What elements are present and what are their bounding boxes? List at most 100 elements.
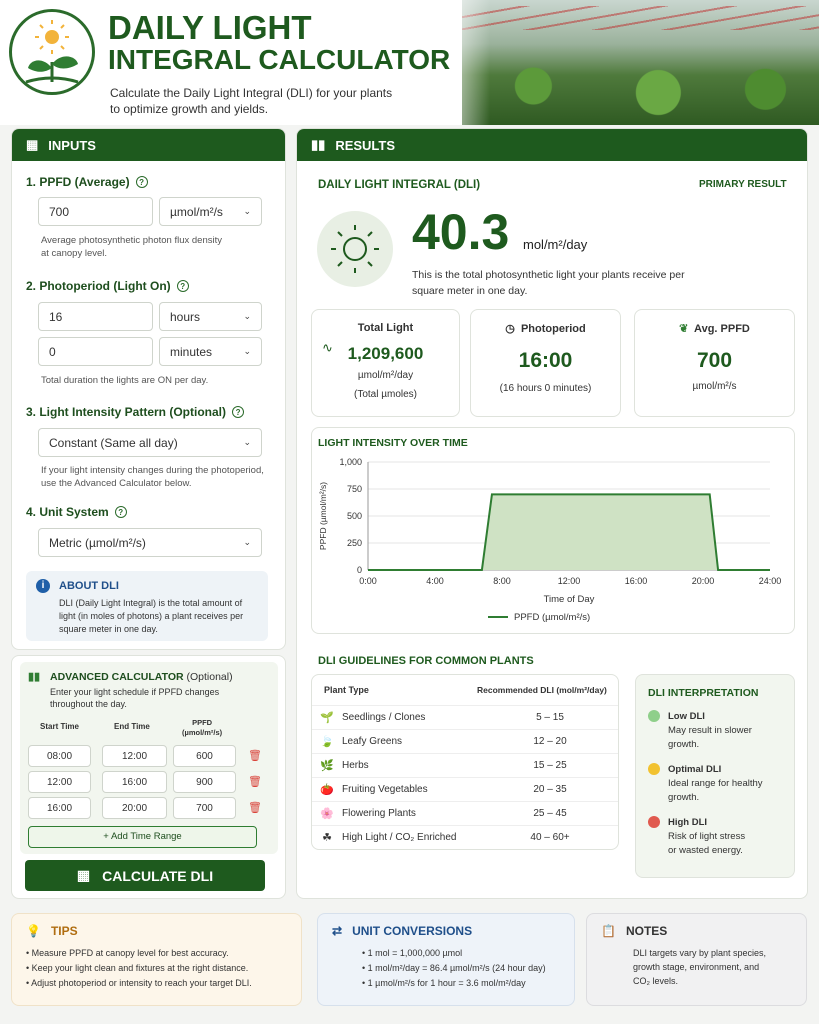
x-tick-label: 16:00 <box>625 576 648 586</box>
end-time-input[interactable]: 12:00 <box>102 745 167 767</box>
col-recommended-dli: Recommended DLI (mol/m²/day) <box>477 685 607 695</box>
minutes-unit-select[interactable]: minutes ⌄ <box>159 337 262 366</box>
interpretation-title: DLI INTERPRETATION <box>648 687 759 699</box>
ppfd-row-input[interactable]: 700 <box>173 797 236 819</box>
page-title: DAILY LIGHT INTEGRAL CALCULATOR <box>108 9 451 75</box>
legend-label: PPFD (µmol/m²/s) <box>514 612 590 623</box>
end-time-input[interactable]: 16:00 <box>102 771 167 793</box>
pattern-select[interactable]: Constant (Same all day) ⌄ <box>38 428 262 457</box>
trash-icon[interactable]: 🗑 <box>248 749 262 762</box>
clock-icon: ◷ <box>505 323 515 335</box>
ppfd-unit-select[interactable]: µmol/m²/s ⌄ <box>159 197 262 226</box>
calculator-icon: ▦ <box>76 867 91 883</box>
plants <box>462 60 819 125</box>
help-icon[interactable]: ? <box>135 176 148 188</box>
optimal-dli-dot <box>648 763 660 775</box>
add-time-range-button[interactable]: + Add Time Range <box>28 826 257 848</box>
advanced-title: ADVANCED CALCULATOR (Optional) <box>50 671 233 683</box>
clover-icon: ☘ <box>322 832 332 844</box>
help-icon[interactable]: ? <box>114 506 127 518</box>
ppfd-input[interactable]: 700 <box>38 197 153 226</box>
calculate-dli-button[interactable]: ▦ CALCULATE DLI <box>25 860 265 891</box>
info-icon: i <box>36 579 50 593</box>
y-axis-label: PPFD (µmol/m²/s) <box>318 482 328 550</box>
total-light-note: (Total µmoles) <box>354 389 417 400</box>
y-tick-label: 750 <box>347 484 362 494</box>
dli-label: DAILY LIGHT INTEGRAL (DLI) <box>318 179 481 191</box>
ppfd-help: Average photosynthetic photon flux densi… <box>41 235 222 259</box>
hours-unit-select[interactable]: hours ⌄ <box>159 302 262 331</box>
total-light-value: 1,209,600 <box>347 344 424 363</box>
sun-icon <box>331 225 379 273</box>
convert-icon: ⇄ <box>332 924 343 938</box>
ppfd-row-input[interactable]: 600 <box>173 745 236 767</box>
start-time-input[interactable]: 12:00 <box>28 771 91 793</box>
results-header: ▮▮ RESULTS <box>297 129 807 161</box>
col-start-time: Start Time <box>40 722 79 731</box>
photoperiod-result-note: (16 hours 0 minutes) <box>499 383 592 394</box>
end-time-input[interactable]: 20:00 <box>102 797 167 819</box>
about-text: DLI (Daily Light Integral) is the total … <box>59 598 244 634</box>
minutes-input[interactable]: 0 <box>38 337 153 366</box>
dli-range: 5 – 15 <box>536 712 564 723</box>
bar-chart-icon: ▮▮ <box>311 137 326 152</box>
herb-icon: 🌿 <box>320 760 334 772</box>
photoperiod-card: ◷ Photoperiod 16:00 (16 hours 0 minutes) <box>470 309 621 417</box>
leaf-icon: 🍃 <box>320 736 334 748</box>
pattern-help: If your light intensity changes during t… <box>41 465 264 489</box>
total-light-unit: µmol/m²/day <box>357 370 414 381</box>
units-select[interactable]: Metric (µmol/m²/s) ⌄ <box>38 528 262 557</box>
avg-ppfd-unit: µmol/m²/s <box>692 381 737 392</box>
bar-chart-icon: ▮▮ <box>28 671 41 683</box>
dli-unit: mol/m²/day <box>523 237 588 252</box>
table-row: ☘ High Light / CO₂ Enriched 40 – 60+ <box>312 825 618 849</box>
photoperiod-result-value: 16:00 <box>518 349 573 372</box>
chevron-down-icon: ⌄ <box>243 437 251 447</box>
dli-description: This is the total photosynthetic light y… <box>412 269 685 297</box>
help-icon[interactable]: ? <box>232 406 245 418</box>
plant-type: Fruiting Vegetables <box>342 784 428 795</box>
trend-icon: ∿ <box>322 340 333 355</box>
sun-badge <box>317 211 393 287</box>
avg-ppfd-card: ❦ Avg. PPFD 700 µmol/m²/s <box>634 309 795 417</box>
dli-range: 12 – 20 <box>533 736 567 747</box>
sun-plant-icon <box>25 20 79 84</box>
trash-icon[interactable]: 🗑 <box>248 775 262 788</box>
low-dli: Low DLI May result in slower growth. <box>668 711 752 750</box>
dli-range: 40 – 60+ <box>530 832 570 843</box>
interpretation-card: DLI INTERPRETATION Low DLI May result in … <box>635 674 795 878</box>
y-tick-label: 1,000 <box>339 457 362 467</box>
hours-input[interactable]: 16 <box>38 302 153 331</box>
trash-icon[interactable]: 🗑 <box>248 801 262 814</box>
col-ppfd: PPFD (µmol/m²/s) <box>182 718 223 737</box>
x-tick-label: 12:00 <box>558 576 581 586</box>
ppfd-row-input[interactable]: 900 <box>173 771 236 793</box>
avg-ppfd-label: ❦ Avg. PPFD <box>679 323 750 335</box>
chevron-down-icon: ⌄ <box>243 346 251 356</box>
greenhouse-image <box>462 0 819 125</box>
photoperiod-help: Total duration the lights are ON per day… <box>41 375 209 386</box>
help-icon[interactable]: ? <box>176 280 189 292</box>
advanced-desc: Enter your light schedule if PPFD change… <box>50 687 220 709</box>
guidelines-table: Plant Type Recommended DLI (mol/m²/day) … <box>311 674 619 850</box>
start-time-input[interactable]: 08:00 <box>28 745 91 767</box>
tips-panel: 💡TIPS Measure PPFD at canopy level for b… <box>11 913 302 1006</box>
header: DAILY LIGHT INTEGRAL CALCULATOR Calculat… <box>0 0 819 125</box>
about-dli-box: i ABOUT DLI DLI (Daily Light Integral) i… <box>26 571 268 641</box>
total-light-card: ∿ Total Light 1,209,600 µmol/m²/day (Tot… <box>311 309 460 417</box>
calculator-icon: ▦ <box>26 137 39 152</box>
notes-panel: 📋 NOTES DLI targets vary by plant species… <box>586 913 807 1006</box>
col-plant-type: Plant Type <box>324 685 369 695</box>
ppfd-area <box>368 494 770 570</box>
inputs-header: ▦ INPUTS <box>12 129 285 161</box>
y-tick-label: 500 <box>347 511 362 521</box>
pattern-label: 3. Light Intensity Pattern (Optional)? <box>26 405 245 419</box>
photoperiod-result-label: ◷ Photoperiod <box>505 323 586 335</box>
avg-ppfd-value: 700 <box>696 349 733 372</box>
chevron-down-icon: ⌄ <box>243 537 251 547</box>
high-dli: High DLI Risk of light stress or wasted en… <box>668 817 746 856</box>
start-time-input[interactable]: 16:00 <box>28 797 91 819</box>
x-tick-label: 4:00 <box>426 576 444 586</box>
x-tick-label: 8:00 <box>493 576 511 586</box>
chevron-down-icon: ⌄ <box>243 311 251 321</box>
